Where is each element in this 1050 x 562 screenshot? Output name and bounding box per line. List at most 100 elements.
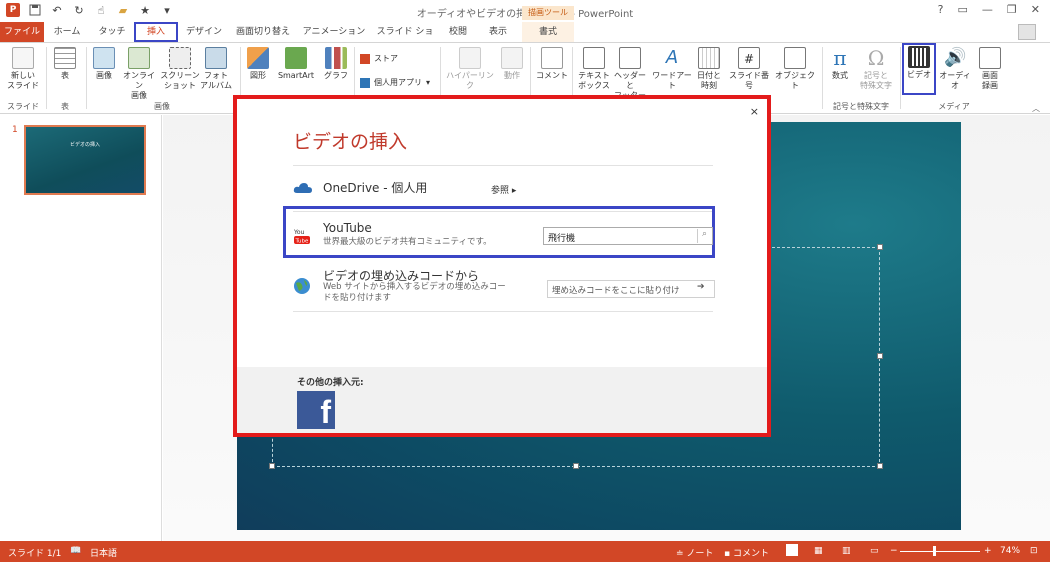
screen-recording-icon — [979, 47, 1001, 69]
textbox-icon — [583, 47, 605, 69]
slide-thumbnail-pane: 1 ビデオの挿入 — [0, 115, 162, 541]
tab-slideshow[interactable]: スライド ショー — [374, 22, 436, 57]
screen-recording-button[interactable]: 画面 録画 — [976, 47, 1004, 91]
restore-button[interactable]: ❐ — [1007, 3, 1017, 16]
smartart-button[interactable]: SmartArt — [274, 47, 318, 81]
fit-to-window-icon[interactable]: ⊡ — [1030, 546, 1038, 556]
tab-review[interactable]: 校閲 — [440, 22, 476, 42]
my-apps-button[interactable]: 個人用アプリ ▾ — [360, 77, 430, 88]
status-bar: スライド 1/1 📖 日本語 ≐ ノート ▪ コメント ▦ ▥ ▭ − + 74… — [0, 541, 1050, 562]
symbol-button[interactable]: Ω 記号と 特殊文字 — [856, 47, 896, 91]
slideshow-icon[interactable]: ▭ — [870, 546, 879, 556]
tab-view[interactable]: 表示 — [480, 22, 516, 42]
resize-handle[interactable] — [269, 463, 275, 469]
language-indicator[interactable]: 日本語 — [90, 546, 117, 559]
video-button[interactable]: ビデオ — [902, 43, 936, 95]
pi-icon: π — [833, 46, 847, 70]
youtube-search-input[interactable]: 飛行機 — [543, 227, 713, 245]
screenshot-icon — [169, 47, 191, 69]
dialog-close-button[interactable]: × — [750, 105, 759, 118]
zoom-slider[interactable] — [900, 551, 980, 552]
hyperlink-button[interactable]: ハイパーリンク — [444, 47, 496, 91]
zoom-in-button[interactable]: + — [984, 546, 992, 556]
minimize-button[interactable]: — — [982, 3, 993, 16]
group-label-symbols: 記号と特殊文字 — [833, 102, 889, 111]
table-button[interactable]: 表 — [50, 47, 80, 81]
slide-thumbnail[interactable]: ビデオの挿入 — [24, 125, 146, 195]
online-pictures-icon — [128, 47, 150, 69]
action-button[interactable]: 動作 — [498, 47, 526, 81]
picture-button[interactable]: 画像 — [90, 47, 118, 81]
hyperlink-icon — [459, 47, 481, 69]
spellcheck-icon[interactable]: 📖 — [70, 546, 81, 556]
tab-format[interactable]: 書式 — [522, 22, 574, 42]
shapes-button[interactable]: 図形 — [244, 47, 272, 81]
comments-button[interactable]: ▪ コメント — [724, 546, 769, 559]
collapse-ribbon-icon[interactable]: ︿ — [1032, 103, 1040, 114]
new-slide-icon — [12, 47, 34, 69]
group-label-slides: スライド — [7, 102, 39, 111]
object-button[interactable]: オブジェクト — [774, 47, 816, 91]
textbox-button[interactable]: テキスト ボックス — [576, 47, 612, 91]
resize-handle[interactable] — [877, 353, 883, 359]
slide-number-label: 1 — [12, 125, 18, 135]
resize-handle[interactable] — [877, 244, 883, 250]
reading-view-icon[interactable]: ▥ — [842, 546, 851, 556]
tab-design[interactable]: デザイン — [182, 22, 226, 42]
tab-home[interactable]: ホーム — [46, 22, 88, 42]
dialog-footer: その他の挿入元: f — [237, 367, 767, 433]
insert-video-dialog: × ビデオの挿入 OneDrive - 個人用 参照 ▸ You Tube You… — [237, 99, 767, 433]
resize-handle[interactable] — [877, 463, 883, 469]
action-icon — [501, 47, 523, 69]
facebook-icon[interactable]: f — [297, 391, 335, 429]
tab-insert[interactable]: 挿入 — [134, 22, 178, 42]
dialog-title: ビデオの挿入 — [293, 131, 408, 153]
chart-button[interactable]: グラフ — [322, 47, 350, 81]
comment-button[interactable]: コメント — [534, 47, 570, 81]
film-icon — [908, 46, 930, 68]
slide-number-button[interactable]: # スライド番号 — [726, 47, 772, 91]
new-slide-button[interactable]: 新しい スライド — [6, 47, 40, 91]
user-avatar[interactable] — [1018, 24, 1036, 40]
help-button[interactable]: ? — [938, 3, 944, 16]
audio-button[interactable]: 🔊 オーディオ — [938, 47, 972, 91]
normal-view-icon[interactable] — [786, 544, 798, 556]
store-button[interactable]: ストア — [360, 53, 398, 64]
divider — [293, 165, 713, 166]
smartart-icon — [285, 47, 307, 69]
notes-button[interactable]: ≐ ノート — [676, 546, 713, 559]
shapes-icon — [247, 47, 269, 69]
tab-transitions[interactable]: 画面切り替え — [232, 22, 294, 42]
zoom-level[interactable]: 74% — [1000, 546, 1020, 556]
close-window-button[interactable]: ✕ — [1031, 3, 1040, 16]
screenshot-button[interactable]: スクリーン ショット — [160, 47, 200, 91]
photo-album-button[interactable]: フォト アルバム — [198, 47, 234, 91]
onedrive-label: OneDrive - 個人用 — [323, 181, 428, 195]
tab-touch[interactable]: タッチ — [92, 22, 132, 42]
photo-album-icon — [205, 47, 227, 69]
slide-number-icon: # — [738, 47, 760, 69]
header-footer-button[interactable]: ヘッダーと フッター — [612, 47, 648, 101]
wordart-button[interactable]: A ワードアート — [650, 47, 694, 91]
chevron-down-icon: ▾ — [426, 78, 431, 87]
zoom-slider-thumb[interactable] — [933, 546, 936, 556]
ribbon-display-button[interactable]: ▭ — [958, 3, 968, 16]
context-tab-group-label: 描画ツール — [522, 6, 574, 20]
group-label-media: メディア — [938, 102, 970, 111]
search-icon[interactable]: ⌕ — [697, 229, 711, 243]
tab-file[interactable]: ファイル — [0, 22, 44, 42]
ribbon-tabs: ファイル ホーム タッチ 挿入 デザイン 画面切り替え アニメーション スライド… — [0, 22, 1050, 57]
onedrive-browse-link[interactable]: 参照 ▸ — [491, 183, 516, 196]
zoom-out-button[interactable]: − — [890, 546, 898, 556]
insert-arrow-icon[interactable]: ➔ — [697, 282, 705, 292]
window-controls: ? ▭ — ❐ ✕ — [938, 3, 1040, 16]
date-time-button[interactable]: 日付と 時刻 — [694, 47, 724, 91]
equation-button[interactable]: π 数式 — [826, 47, 854, 81]
resize-handle[interactable] — [573, 463, 579, 469]
date-time-icon — [698, 47, 720, 69]
online-pictures-button[interactable]: オンライン 画像 — [120, 47, 158, 101]
slide-sorter-icon[interactable]: ▦ — [814, 546, 823, 556]
tab-animations[interactable]: アニメーション — [298, 22, 370, 42]
embed-code-input[interactable]: 埋め込みコードをここに貼り付け — [547, 280, 715, 298]
omega-icon: Ω — [867, 46, 885, 70]
